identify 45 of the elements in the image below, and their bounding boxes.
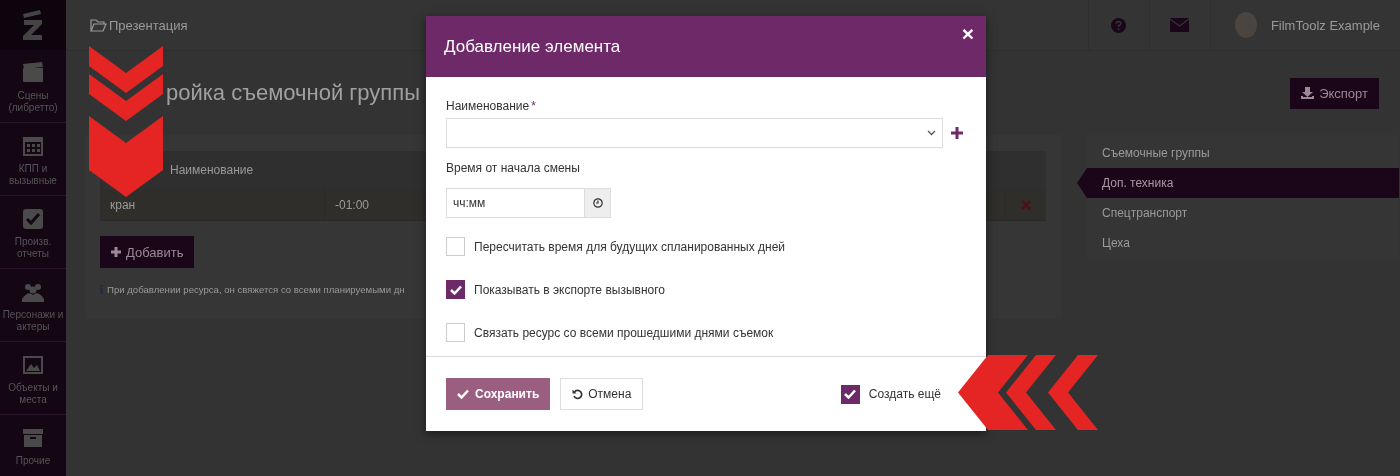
sidebar-icon [22,135,44,157]
page-title: ройка съемочной группы [166,80,420,106]
info-text: При добавлении ресурса, он свяжется со всеми планируемыми дн [107,284,405,295]
check-icon [844,389,857,399]
side-tab[interactable]: Цеха [1077,228,1399,258]
breadcrumb[interactable]: Презентация [90,17,188,33]
checkbox[interactable] [446,280,465,299]
checkbox[interactable] [840,384,860,404]
add-button[interactable]: Добавить [100,236,195,268]
logo-icon[interactable] [22,10,44,40]
undo-icon [572,388,584,400]
checkbox-label[interactable]: Создать ещё [868,387,941,401]
side-tab[interactable]: Съемочные группы [1077,138,1399,168]
sidebar-icon [22,208,44,230]
checkbox-label[interactable]: Пересчитать время для будущих спланированных дней [474,239,786,254]
sidebar-icon [22,281,44,303]
add-icon[interactable] [951,127,963,139]
field-label: Наименование * [446,99,537,113]
close-button[interactable]: × [961,24,974,44]
time-field[interactable]: чч:мм [446,188,584,218]
user-name[interactable]: FilmToolz Example [1270,17,1380,33]
folder-icon [90,18,107,32]
side-tab[interactable]: Спецтранспорт [1077,198,1399,228]
check-icon [449,284,462,295]
sidebar-icon [22,427,44,449]
checkbox-label[interactable]: Связать ресурс со всеми прошедшими днями съемок [474,325,774,340]
download-icon [1301,87,1315,99]
sidebar-icon [22,354,44,376]
check-icon [457,389,469,399]
cancel-button[interactable]: Отмена [560,378,644,410]
export-button[interactable]: Экспорт [1290,77,1379,109]
clock-icon[interactable] [592,198,603,208]
side-tab[interactable]: Доп. техника [1077,168,1399,198]
plus-icon [111,247,121,257]
field-label: Время от начала смены [446,161,581,175]
delete-icon[interactable] [1021,199,1031,210]
save-button[interactable]: Сохранить [446,378,551,410]
dialog-title: Добавление элемента [444,36,621,57]
checkbox-label[interactable]: Показывать в экспорте вызывного [474,282,665,297]
chevron-down-icon [927,130,936,136]
column-header: Наименование [170,163,254,177]
name-select[interactable] [446,118,943,148]
sidebar-icon [22,62,44,84]
help-icon[interactable] [1111,17,1127,33]
mail-icon[interactable] [1170,18,1190,32]
